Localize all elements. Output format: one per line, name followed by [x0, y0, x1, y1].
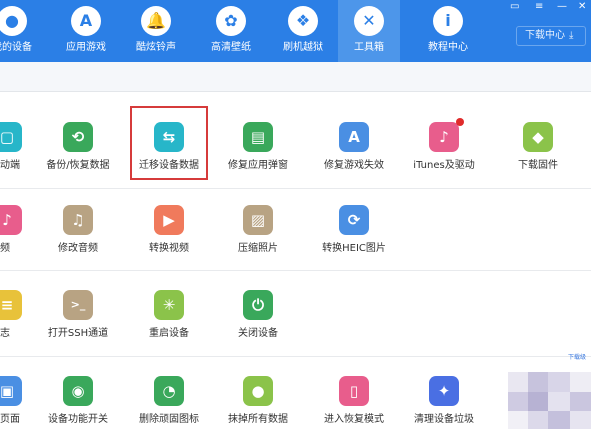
tool-backup-restore[interactable]: ⟲ 备份/恢复数据 [30, 122, 126, 194]
tool-label: iTunes及驱动 [413, 160, 475, 171]
nav-label: 酷炫铃声 [136, 42, 176, 53]
app-store-icon: A [339, 122, 369, 152]
tool-restart-device[interactable]: ✳ 重启设备 [121, 290, 217, 362]
tool-recovery-mode[interactable]: ▯ 进入恢复模式 [306, 376, 402, 429]
tool-label: 重启设备 [149, 328, 189, 339]
nav-tutorials[interactable]: i 教程中心 [418, 0, 478, 62]
tool-label: 删除顽固图标 [139, 414, 199, 425]
nav-label: 教程中心 [428, 42, 468, 53]
notification-dot [456, 118, 464, 126]
restart-icon: ✳ [154, 290, 184, 320]
tool-download-firmware[interactable]: ◆ 下载固件 [490, 122, 586, 194]
tool-fix-app-popup[interactable]: ▤ 修复应用弹窗 [210, 122, 306, 194]
tool-label: 压缩照片 [238, 243, 278, 254]
photo-icon: ▨ [243, 205, 273, 235]
device-icon: ▢ [0, 122, 22, 152]
broom-icon: ✦ [429, 376, 459, 406]
heic-convert-icon: ⟳ [339, 205, 369, 235]
tool-edit-audio[interactable]: ♫ 修改音频 [30, 205, 126, 277]
ringtone-icon: ♪ [0, 205, 22, 235]
tool-label: 进入恢复模式 [324, 414, 384, 425]
firmware-box-icon: ◆ [523, 122, 553, 152]
blurred-watermark [508, 372, 591, 429]
tool-label: 设备功能开关 [48, 414, 108, 425]
bell-icon: 🔔 [141, 6, 171, 36]
nav-label: 高清壁纸 [211, 42, 251, 53]
tool-label: 修复游戏失效 [324, 160, 384, 171]
nav-my-device[interactable]: ● 我的设备 [0, 0, 42, 62]
tool-label: 转换HEIC图片 [322, 243, 386, 254]
sub-toolbar [0, 62, 591, 92]
nav-flash-jailbreak[interactable]: ❖ 刷机越狱 [273, 0, 333, 62]
tool-clean-junk[interactable]: ✦ 清理设备垃圾 [396, 376, 492, 429]
download-center-label: 下载中心 [525, 30, 565, 41]
backup-clock-icon: ⟲ [63, 122, 93, 152]
tool-label: 修复应用弹窗 [228, 160, 288, 171]
tool-device-switches[interactable]: ◉ 设备功能开关 [30, 376, 126, 429]
page-icon: ▣ [0, 376, 22, 406]
audio-icon: ♫ [63, 205, 93, 235]
download-center-button[interactable]: 下载中心 ⤓ [516, 26, 586, 46]
skin-icon[interactable]: ▭ [510, 0, 519, 14]
info-icon: i [433, 6, 463, 36]
nav-toolbox[interactable]: ✕ 工具箱 [338, 0, 400, 62]
tool-convert-video[interactable]: ▶ 转换视频 [121, 205, 217, 277]
tool-shutdown-device[interactable]: ⏻ 关闭设备 [210, 290, 306, 362]
tool-erase-all-data[interactable]: ● 抹掉所有数据 [210, 376, 306, 429]
top-nav-bar: ● 我的设备 A 应用游戏 🔔 酷炫铃声 ✿ 高清壁纸 ❖ 刷机越狱 ✕ 工具箱… [0, 0, 591, 62]
tool-itunes-driver[interactable]: ♪ iTunes及驱动 [396, 122, 492, 194]
tool-label: 备份/恢复数据 [46, 160, 110, 171]
corner-watermark-text: 下载级 [568, 354, 587, 361]
tool-convert-heic[interactable]: ⟳ 转换HEIC图片 [306, 205, 402, 277]
play-icon: ▶ [154, 205, 184, 235]
menu-icon[interactable]: ≡ [535, 0, 543, 14]
log-icon: ≡ [0, 290, 22, 320]
tool-label: 修改音频 [58, 243, 98, 254]
flower-icon: ✿ [216, 6, 246, 36]
nav-ringtones[interactable]: 🔔 酷炫铃声 [126, 0, 186, 62]
tool-label: 转换视频 [149, 243, 189, 254]
apple-erase-icon: ● [243, 376, 273, 406]
nav-label: 刷机越狱 [283, 42, 323, 53]
highlight-box [130, 106, 208, 180]
tool-delete-stubborn-icons[interactable]: ◔ 删除顽固图标 [121, 376, 217, 429]
tool-label: 抹掉所有数据 [228, 414, 288, 425]
itunes-icon: ♪ [429, 122, 459, 152]
nav-wallpapers[interactable]: ✿ 高清壁纸 [201, 0, 261, 62]
nav-apps-games[interactable]: A 应用游戏 [56, 0, 116, 62]
nav-label: 工具箱 [354, 42, 384, 53]
tool-fix-game[interactable]: A 修复游戏失效 [306, 122, 402, 194]
app-store-icon: A [71, 6, 101, 36]
close-icon[interactable]: ✕ [578, 0, 586, 14]
nav-label: 应用游戏 [66, 42, 106, 53]
phone-icon: ▯ [339, 376, 369, 406]
tool-label: 打开SSH通道 [47, 328, 109, 339]
tool-label: 下载固件 [518, 160, 558, 171]
apple-id-icon: ▤ [243, 122, 273, 152]
pie-icon: ◔ [154, 376, 184, 406]
terminal-icon: >_ [63, 290, 93, 320]
tool-open-ssh[interactable]: >_ 打开SSH通道 [30, 290, 126, 362]
power-icon: ⏻ [243, 290, 273, 320]
toggle-icon: ◉ [63, 376, 93, 406]
apple-icon: ● [0, 6, 27, 36]
dropbox-icon: ❖ [288, 6, 318, 36]
tools-icon: ✕ [354, 6, 384, 36]
download-icon: ⤓ [569, 30, 574, 41]
tool-label: 清理设备垃圾 [414, 414, 474, 425]
minimize-icon[interactable]: — [557, 0, 567, 14]
tool-label: 关闭设备 [238, 328, 278, 339]
tool-compress-photo[interactable]: ▨ 压缩照片 [210, 205, 306, 277]
nav-label: 我的设备 [0, 42, 32, 53]
